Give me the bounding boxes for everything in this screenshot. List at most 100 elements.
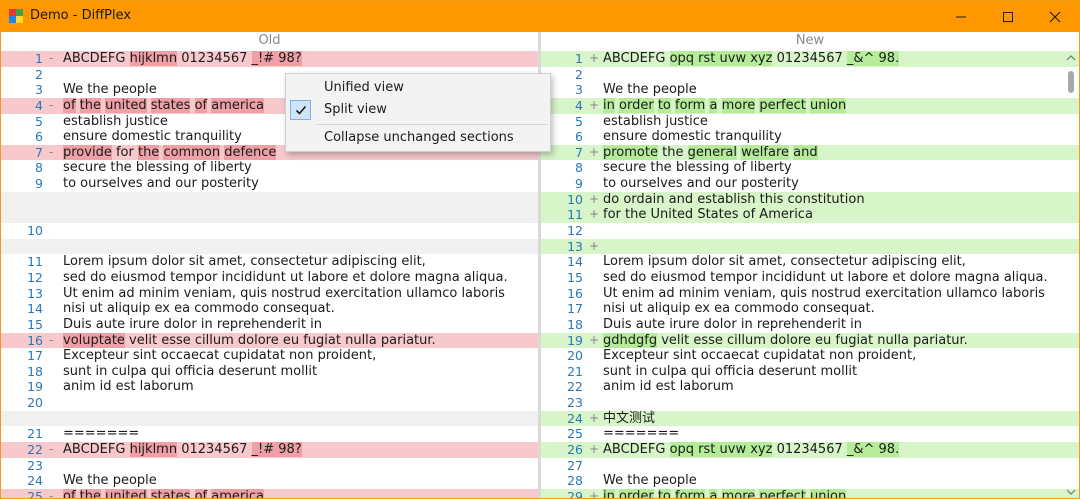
changed-word: hijklmn (129, 442, 178, 458)
app-window: Demo - DiffPlex Old 1- ABCDEFG hijklmn 01… (0, 0, 1080, 499)
line-text: Excepteur sint occaecat cupidatat non pr… (63, 348, 376, 364)
line-number: 14 (567, 254, 583, 270)
new-pane[interactable]: New 1 + ABCDEFG opq rst uvw xyz 01234567 _… (541, 32, 1079, 499)
line-text: Duis aute irure dolor in reprehenderit i… (63, 317, 322, 333)
text-segment: 中文测试 (603, 410, 656, 426)
text-segment: Excepteur sint occaecat cupidatat non pr… (63, 348, 377, 364)
minimize-button[interactable] (938, 1, 984, 32)
line-number: 20 (567, 348, 583, 364)
diff-line: 23 (1, 458, 538, 474)
menu-item-unified-view[interactable]: Unified view (286, 77, 550, 99)
text-segment: 01234567 (177, 442, 252, 458)
maximize-icon (1003, 11, 1013, 22)
text-segment: We the people (603, 82, 697, 98)
line-number: 27 (567, 457, 583, 473)
text-segment: 01234567 (772, 442, 847, 458)
line-number: 20 (27, 395, 43, 411)
changed-word: of (63, 97, 76, 113)
line-number: 22 (27, 442, 43, 458)
line-number: 9 (575, 176, 583, 192)
vertical-scrollbar[interactable] (1062, 51, 1079, 498)
scroll-down-arrow-icon[interactable] (1066, 487, 1076, 497)
change-marker: + (589, 488, 600, 499)
line-text: Lorem ipsum dolor sit amet, consectetur … (603, 254, 966, 270)
menu-item-label: Collapse unchanged sections (324, 130, 514, 145)
scrollbar-thumb[interactable] (1068, 71, 1074, 93)
line-number: 10 (567, 191, 583, 207)
text-segment: anim id est laborum (603, 379, 734, 395)
changed-word: promote (603, 144, 658, 160)
changed-word: states (150, 97, 191, 113)
line-text: of the united states of america (63, 488, 264, 498)
line-number: 9 (35, 176, 43, 192)
changed-word: the (79, 488, 102, 498)
line-text: in order to form a more perfect union (603, 488, 847, 498)
change-marker: - (49, 488, 54, 499)
line-number: 6 (35, 129, 43, 145)
title-bar[interactable]: Demo - DiffPlex (1, 1, 1079, 32)
diff-line: 10 (1, 223, 538, 239)
change-marker: + (589, 191, 600, 206)
line-text: do ordain and establish this constitutio… (603, 192, 865, 208)
diff-line (1, 410, 538, 427)
diff-line: 25 ======= (541, 426, 1079, 442)
changed-word: in (603, 488, 615, 498)
diff-line: 11 + for the United States of America (541, 207, 1079, 224)
line-number: 17 (27, 348, 43, 364)
line-text: ABCDEFG opq rst uvw xyz 01234567 _&^ 98. (603, 442, 900, 458)
diff-line: 15 sed do eiusmod tempor incididunt ut la… (541, 270, 1079, 286)
maximize-button[interactable] (985, 1, 1031, 32)
diff-line: 25- of the united states of america (1, 488, 538, 499)
scroll-up-arrow-icon[interactable] (1066, 53, 1076, 63)
line-text: promote the general welfare and (603, 144, 818, 161)
diff-line: 20 (1, 395, 538, 411)
text-segment: to ourselves and our posterity (603, 176, 799, 192)
changed-word: perfect (759, 488, 806, 498)
line-number: 4 (35, 97, 43, 113)
line-number: 2 (35, 66, 43, 82)
changed-word: hijklmn (129, 51, 178, 66)
window-title: Demo - DiffPlex (30, 8, 132, 23)
changed-word: gdhdgfg (603, 332, 658, 348)
line-text: ensure domestic tranquility (63, 129, 242, 145)
text-segment: do ordain and establish this constitutio… (603, 191, 865, 207)
change-marker: + (589, 51, 600, 65)
text-segment: sed do eiusmod tempor incididunt ut labo… (63, 269, 508, 285)
menu-item-split-view[interactable]: Split view (286, 99, 550, 121)
context-menu: Unified view Split view Collapse unchang… (285, 73, 551, 152)
diff-line: 23 (541, 395, 1079, 411)
line-text: We the people (603, 473, 697, 489)
line-number: 26 (567, 442, 583, 458)
changed-word: _&^ 98. (846, 51, 900, 66)
text-segment: secure the blessing of liberty (603, 160, 792, 176)
text-segment: Lorem ipsum dolor sit amet, consectetur … (63, 254, 426, 270)
changed-word: union (809, 97, 847, 113)
line-number: 23 (27, 457, 43, 473)
text-segment: ensure domestic tranquility (63, 129, 242, 145)
changed-word: opq rst uvw xyz (669, 442, 773, 458)
text-segment: ABCDEFG (63, 51, 130, 66)
changed-word: the (137, 144, 160, 160)
line-number: 25 (567, 426, 583, 442)
changed-word: in (603, 97, 615, 113)
changed-word: united (105, 488, 147, 498)
line-number: 25 (27, 488, 43, 499)
changed-word: order (619, 488, 654, 498)
diff-line: 20 Excepteur sint occaecat cupidatat non … (541, 348, 1079, 364)
line-number: 15 (567, 269, 583, 285)
diff-line: 16 Ut enim ad minim veniam, quis nostrud … (541, 286, 1079, 302)
line-number: 23 (567, 395, 583, 411)
text-segment: the (657, 144, 688, 160)
line-number: 21 (27, 426, 43, 442)
menu-item-collapse-unchanged[interactable]: Collapse unchanged sections (286, 127, 550, 149)
diff-line: 2 (541, 67, 1079, 83)
diff-line: 12 (541, 223, 1079, 239)
text-segment: for (111, 144, 138, 160)
close-button[interactable] (1032, 1, 1078, 32)
changed-word: provide (63, 144, 112, 160)
line-number: 8 (35, 160, 43, 176)
diff-line: 13 Ut enim ad minim veniam, quis nostrud … (1, 286, 538, 302)
line-text: Lorem ipsum dolor sit amet, consectetur … (63, 254, 426, 270)
changed-word: form (675, 488, 706, 498)
line-text: ABCDEFG opq rst uvw xyz 01234567 _&^ 98. (603, 51, 900, 67)
